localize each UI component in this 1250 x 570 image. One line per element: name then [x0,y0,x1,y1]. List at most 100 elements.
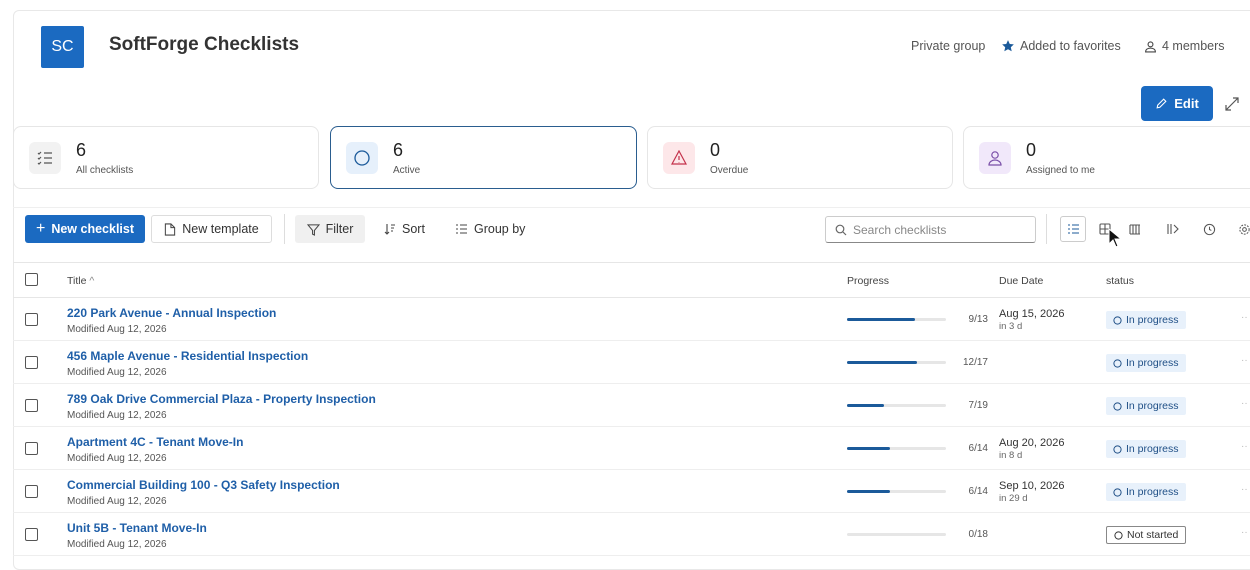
new-checklist-label: New checklist [51,222,135,236]
card-assigned-to-me[interactable]: 0 Assigned to me [963,126,1250,189]
settings-button[interactable] [1231,216,1250,242]
card-label: All checklists [76,165,134,176]
status-label: In progress [1126,314,1179,326]
table-row[interactable]: 220 Park Avenue - Annual Inspection Modif… [13,298,1250,341]
row-title-link[interactable]: Apartment 4C - Tenant Move-In [67,435,243,449]
progress-count: 6/14 [968,443,988,454]
progress-fill [847,490,890,493]
progress-count: 12/17 [962,357,988,368]
more-options-icon[interactable]: ·· [1241,355,1248,366]
row-title-link[interactable]: 789 Oak Drive Commercial Plaza - Propert… [67,392,376,406]
status-badge: In progress [1106,397,1186,415]
status-circle-icon [1113,315,1122,325]
table-row[interactable]: 789 Oak Drive Commercial Plaza - Propert… [13,384,1250,427]
group-icon [456,224,467,234]
table-row[interactable]: Commercial Building 100 - Q3 Safety Insp… [13,470,1250,513]
card-count: 0 [710,140,721,160]
card-label: Overdue [710,165,749,176]
status-label: In progress [1126,357,1179,369]
privacy-label: Private group [911,39,985,53]
status-circle-icon [1113,358,1122,368]
row-modified: Modified Aug 12, 2026 [67,496,167,507]
list-view-icon [1067,224,1079,234]
status-circle-icon [1113,487,1122,497]
members-button[interactable]: 4 members [1144,39,1225,53]
divider [13,207,1250,208]
plus-icon: + [35,220,46,237]
card-all-checklists[interactable]: 6 All checklists [13,126,319,189]
more-options-icon[interactable]: ·· [1241,484,1248,495]
progress-bar [847,404,946,407]
status-badge: In progress [1106,483,1186,501]
more-options-icon[interactable]: ·· [1241,527,1248,538]
document-icon [165,222,176,236]
column-header-title[interactable]: Title ^ [67,275,94,287]
edit-button[interactable]: Edit [1141,86,1213,121]
progress-bar [847,318,946,321]
row-title-link[interactable]: Unit 5B - Tenant Move-In [67,521,207,535]
new-checklist-button[interactable]: + New checklist [25,215,145,243]
members-label: 4 members [1162,39,1225,53]
mouse-cursor-icon [1108,228,1122,248]
table-row[interactable]: Unit 5B - Tenant Move-In Modified Aug 12,… [13,513,1250,556]
status-label: In progress [1126,443,1179,455]
progress-fill [847,447,890,450]
progress-bar [847,533,946,536]
search-input[interactable]: Search checklists [825,216,1036,243]
card-overdue[interactable]: 0 Overdue [647,126,953,189]
group-by-label: Group by [474,222,526,236]
progress-bar [847,447,946,450]
row-checkbox[interactable] [25,313,38,326]
status-badge: In progress [1106,311,1186,329]
progress-fill [847,361,918,364]
timeline-view-button[interactable] [1160,216,1186,242]
history-button[interactable] [1196,216,1222,242]
sort-button[interactable]: Sort [384,215,425,243]
edit-label: Edit [1174,96,1199,111]
row-checkbox[interactable] [25,485,38,498]
favorites-label: Added to favorites [1020,39,1121,53]
divider [13,262,1250,263]
title-header-label: Title [67,275,87,287]
row-checkbox[interactable] [25,356,38,369]
status-label: In progress [1126,400,1179,412]
table-row[interactable]: Apartment 4C - Tenant Move-In Modified Au… [13,427,1250,470]
more-options-icon[interactable]: ·· [1241,312,1248,323]
column-header-status[interactable]: status [1106,275,1134,287]
row-checkbox[interactable] [25,528,38,541]
column-header-progress[interactable]: Progress [847,275,889,287]
more-options-icon[interactable]: ·· [1241,441,1248,452]
sort-icon [384,224,395,235]
filter-button[interactable]: Filter [295,215,365,243]
card-active[interactable]: 6 Active [330,126,637,189]
star-icon [1002,40,1014,52]
more-options-icon[interactable]: ·· [1241,398,1248,409]
status-badge: Not started [1106,526,1187,544]
select-all-checkbox[interactable] [25,273,38,286]
row-title-link[interactable]: Commercial Building 100 - Q3 Safety Insp… [67,478,340,492]
group-by-button[interactable]: Group by [455,215,525,243]
status-badge: In progress [1106,440,1186,458]
new-template-button[interactable]: New template [151,215,272,243]
status-badge: In progress [1106,354,1186,372]
column-header-due-date[interactable]: Due Date [999,275,1043,287]
filter-icon [306,223,320,236]
pencil-icon [1156,98,1167,109]
timeline-view-icon [1167,224,1179,234]
row-title-link[interactable]: 456 Maple Avenue - Residential Inspectio… [67,349,308,363]
due-date: Sep 10, 2026 [999,480,1065,492]
due-date: Aug 15, 2026 [999,308,1065,320]
row-checkbox[interactable] [25,442,38,455]
row-title-link[interactable]: 220 Park Avenue - Annual Inspection [67,306,276,320]
progress-count: 0/18 [968,529,988,540]
row-checkbox[interactable] [25,399,38,412]
person-icon [1145,40,1156,52]
table-row[interactable]: 456 Maple Avenue - Residential Inspectio… [13,341,1250,384]
search-icon [835,224,847,235]
list-view-button[interactable] [1060,216,1086,242]
expand-icon[interactable] [1224,96,1240,112]
board-view-button[interactable] [1122,216,1148,242]
privacy-text: Private group [911,39,986,53]
due-relative: in 8 d [999,450,1023,461]
favorites-toggle[interactable]: Added to favorites [1001,39,1121,53]
